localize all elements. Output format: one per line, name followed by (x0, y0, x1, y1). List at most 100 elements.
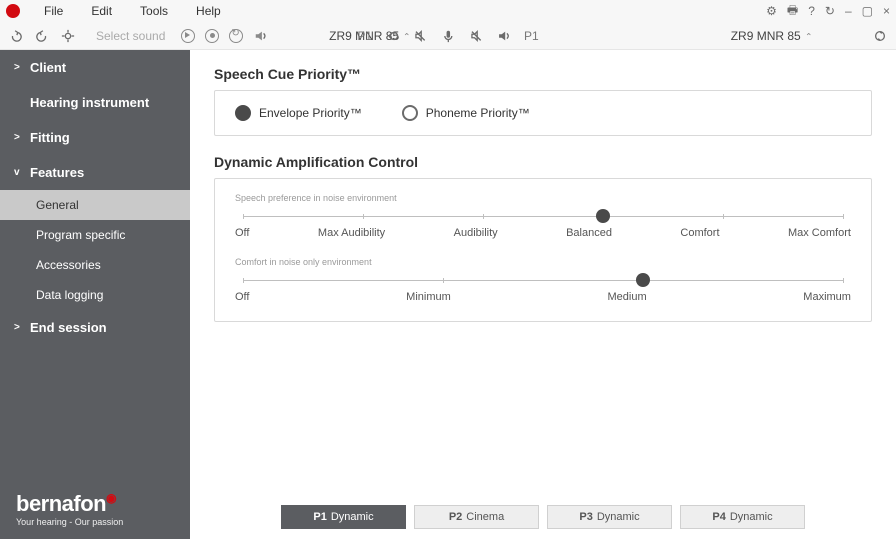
slider-tick (483, 214, 484, 219)
mute2-icon[interactable] (468, 28, 484, 44)
slider-label: Balanced (566, 227, 612, 239)
program-tab-p4[interactable]: P4 Dynamic (680, 505, 805, 529)
sidebar-item-client[interactable]: > Client (0, 50, 190, 85)
device-right[interactable]: ZR9 MNR 85 ⌄ (731, 29, 813, 43)
sidebar-item-label: Hearing instrument (30, 95, 149, 110)
program-tab-p1[interactable]: P1 Dynamic (281, 505, 406, 529)
slider-tick (243, 278, 244, 283)
program-tab-p3[interactable]: P3Dynamic (547, 505, 672, 529)
subnav-program-specific[interactable]: Program specific (0, 220, 190, 250)
sidebar-item-hearing-instrument[interactable]: Hearing instrument (0, 85, 190, 120)
menu-tools[interactable]: Tools (126, 4, 182, 18)
slider-label: Off (235, 227, 249, 239)
program-tab-name: Dynamic (730, 511, 773, 523)
slider-label: Comfort (680, 227, 719, 239)
window-icons: ⚙ 🖶 ? ↻ – ▢ × (766, 1, 890, 22)
slider-handle[interactable] (596, 209, 610, 223)
radio-circle-icon (402, 105, 418, 121)
slider-handle[interactable] (636, 273, 650, 287)
caret-down-icon: v (14, 167, 22, 178)
sync-devices-icon[interactable] (872, 28, 888, 44)
device-right-label: ZR9 MNR 85 (731, 29, 801, 43)
radio-envelope-priority[interactable]: Envelope Priority™ (235, 105, 362, 121)
slider-labels: OffMinimumMediumMaximum (235, 291, 851, 303)
volume-icon[interactable] (253, 28, 269, 44)
menu-file[interactable]: File (30, 4, 77, 18)
target-icon[interactable] (60, 28, 76, 44)
radio-circle-icon (235, 105, 251, 121)
toolbar-left: Select sound (8, 28, 269, 44)
redo-icon[interactable] (34, 28, 50, 44)
link-left-icon[interactable] (384, 28, 400, 44)
minimize-icon[interactable]: – (845, 4, 852, 18)
program-tab-name: Dynamic (331, 511, 374, 523)
program-right-label: P1 (524, 29, 539, 43)
slider-caption: Comfort in noise only environment (235, 257, 851, 267)
subnav-general[interactable]: General (0, 190, 190, 220)
loop-icon[interactable] (229, 29, 243, 43)
radio-label: Phoneme Priority™ (426, 106, 530, 120)
sidebar-item-end-session[interactable]: > End session (0, 310, 190, 345)
play-icon[interactable] (181, 29, 195, 43)
slider-tick (243, 214, 244, 219)
slider-label: Max Audibility (318, 227, 385, 239)
slider-speech-preference: Speech preference in noise environment O… (235, 193, 851, 239)
speech-cue-panel: Envelope Priority™ Phoneme Priority™ (214, 90, 872, 136)
sidebar-item-label: Client (30, 60, 66, 75)
record-icon[interactable] (205, 29, 219, 43)
slider-tick (843, 278, 844, 283)
program-tab-code: P1 (313, 511, 326, 523)
menubar: File Edit Tools Help ⚙ 🖶 ? ↻ – ▢ × (0, 0, 896, 22)
slider-comfort-noise: Comfort in noise only environment OffMin… (235, 257, 851, 303)
brand-block: bernafon◉ Your hearing - Our passion (16, 491, 123, 527)
toolbar: Select sound ZR9 MNR 85 ⌄ P1 P1 ZR9 MNR … (0, 22, 896, 50)
program-tabs: P1 Dynamic P2Cinema P3Dynamic P4 Dynamic (190, 505, 896, 529)
slider-track[interactable] (243, 209, 843, 223)
print-icon[interactable]: 🖶 (787, 1, 798, 22)
program-tab-p2[interactable]: P2Cinema (414, 505, 539, 529)
sidebar-item-fitting[interactable]: > Fitting (0, 120, 190, 155)
program-left-label: P1 (357, 29, 372, 43)
slider-caption: Speech preference in noise environment (235, 193, 851, 203)
sidebar-item-label: Features (30, 165, 84, 180)
brand-tagline: Your hearing - Our passion (16, 517, 123, 527)
subnav-data-logging[interactable]: Data logging (0, 280, 190, 310)
slider-tick (723, 214, 724, 219)
slider-label: Medium (607, 291, 646, 303)
select-sound-label[interactable]: Select sound (96, 29, 165, 43)
refresh-icon[interactable]: ↻ (825, 4, 835, 18)
mute-icon[interactable] (412, 28, 428, 44)
menu-edit[interactable]: Edit (77, 4, 126, 18)
slider-label: Max Comfort (788, 227, 851, 239)
caret-right-icon: > (14, 322, 22, 333)
program-tab-code: P4 (712, 511, 725, 523)
app-logo (6, 4, 20, 18)
program-tab-name: Cinema (466, 511, 504, 523)
speech-cue-title: Speech Cue Priority™ (214, 66, 872, 82)
help-icon[interactable]: ? (808, 4, 815, 18)
caret-right-icon: > (14, 132, 22, 143)
subnav-accessories[interactable]: Accessories (0, 250, 190, 280)
slider-tick (363, 214, 364, 219)
mic-icon[interactable] (440, 28, 456, 44)
slider-tick (443, 278, 444, 283)
program-tab-name: Dynamic (597, 511, 640, 523)
sidebar: > Client Hearing instrument > Fitting v … (0, 50, 190, 539)
brand-logo: bernafon◉ (16, 491, 123, 517)
sidebar-item-features[interactable]: v Features (0, 155, 190, 190)
dac-title: Dynamic Amplification Control (214, 154, 872, 170)
menu-help[interactable]: Help (182, 4, 235, 18)
brand-mark-icon: ◉ (106, 491, 116, 505)
slider-label: Minimum (406, 291, 451, 303)
settings-icon[interactable]: ⚙ (766, 4, 777, 18)
maximize-icon[interactable]: ▢ (862, 4, 873, 18)
dac-panel: Speech preference in noise environment O… (214, 178, 872, 322)
close-icon[interactable]: × (883, 4, 890, 18)
radio-phoneme-priority[interactable]: Phoneme Priority™ (402, 105, 530, 121)
features-subnav: General Program specific Accessories Dat… (0, 190, 190, 310)
undo-icon[interactable] (8, 28, 24, 44)
caret-right-icon: > (14, 62, 22, 73)
slider-track[interactable] (243, 273, 843, 287)
main-content: Speech Cue Priority™ Envelope Priority™ … (190, 50, 896, 539)
volume2-icon[interactable] (496, 28, 512, 44)
